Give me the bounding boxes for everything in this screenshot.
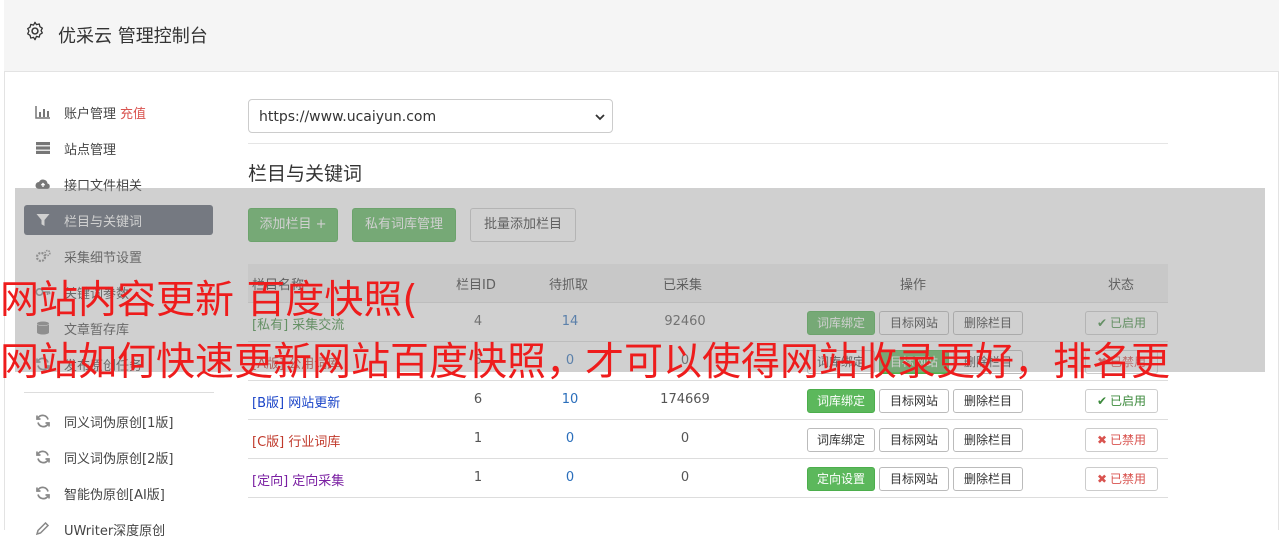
- table-row: [定向] 定向采集 1 0 0 定向设置 目标网站 删除栏目 ✖ 已禁用: [248, 458, 1168, 497]
- status-toggle[interactable]: ✖ 已禁用: [1085, 467, 1158, 491]
- top-bar: 优采云 管理控制台: [4, 0, 1279, 72]
- refresh-icon: [36, 486, 50, 500]
- section-title: 栏目与关键词: [248, 163, 363, 185]
- check-icon: ✔: [1096, 394, 1108, 408]
- sidebar-item-collect-settings[interactable]: 采集细节设置: [24, 241, 213, 271]
- th-status: 状态: [1108, 278, 1135, 293]
- target-site-button[interactable]: 目标网站: [879, 389, 949, 413]
- table-bottom-border: [248, 497, 1168, 498]
- column-id-cell: 1: [473, 431, 483, 446]
- collected-cell: 0: [680, 470, 690, 485]
- status-toggle[interactable]: ✔ 已启用: [1085, 389, 1158, 413]
- sidebar-item-label: 同义词伪原创[2版]: [64, 452, 174, 467]
- delete-column-button[interactable]: 删除栏目: [953, 467, 1023, 491]
- collected-cell: 92460: [664, 314, 706, 329]
- recharge-link[interactable]: 充值: [120, 107, 146, 122]
- sidebar-item-label: 账户管理 充值: [64, 107, 147, 122]
- target-site-button[interactable]: 目标网站: [879, 428, 949, 452]
- site-select[interactable]: https://www.ucaiyun.com: [248, 99, 613, 133]
- cogs-icon: [35, 249, 51, 263]
- column-name-cell[interactable]: [C版] 行业词库: [252, 431, 340, 450]
- pending-cell[interactable]: 10: [548, 392, 592, 407]
- cross-icon: ✖: [1096, 472, 1108, 486]
- sidebar-item-label: 栏目与关键词: [64, 215, 143, 230]
- sidebar-item-synonym-v2[interactable]: 同义词伪原创[2版]: [24, 442, 213, 472]
- cloud-upload-icon: [35, 179, 50, 189]
- sidebar-item-uwriter[interactable]: UWriter深度原创: [24, 514, 213, 544]
- bind-lib-button[interactable]: 词库绑定: [807, 428, 875, 452]
- cross-icon: ✖: [1096, 433, 1108, 447]
- delete-column-button[interactable]: 删除栏目: [953, 428, 1023, 452]
- watermark-line-2: 网站如何快速更新网站百度快照，才可以使得网站收录更好，排名更: [0, 340, 1171, 385]
- bind-lib-button[interactable]: 词库绑定: [807, 389, 875, 413]
- filter-icon: [36, 214, 50, 226]
- bar-chart-icon: [35, 106, 50, 119]
- sidebar-item-label: 站点管理: [64, 143, 117, 158]
- divider: [248, 143, 1168, 144]
- status-toggle[interactable]: ✖ 已禁用: [1085, 428, 1158, 452]
- pending-cell[interactable]: 14: [548, 314, 592, 329]
- th-collected: 已采集: [663, 278, 703, 293]
- gear-icon: [27, 21, 43, 41]
- sidebar-item-interface[interactable]: 接口文件相关: [24, 169, 213, 199]
- add-column-button[interactable]: 添加栏目 +: [248, 208, 338, 242]
- sidebar-item-label: 同义词伪原创[1版]: [64, 416, 174, 431]
- app-title: 优采云 管理控制台: [58, 26, 208, 47]
- collected-cell: 0: [680, 431, 690, 446]
- pending-cell[interactable]: 0: [548, 470, 592, 485]
- table-row: [C版] 行业词库 1 0 0 词库绑定 目标网站 删除栏目 ✖ 已禁用: [248, 419, 1168, 458]
- column-name-cell[interactable]: [B版] 网站更新: [252, 392, 340, 411]
- batch-add-column-button[interactable]: 批量添加栏目: [470, 208, 576, 242]
- sidebar-divider: [24, 392, 214, 393]
- sidebar-item-label: 采集细节设置: [64, 251, 143, 266]
- sidebar-item-ai-rewrite[interactable]: 智能伪原创[AI版]: [24, 478, 213, 508]
- server-icon: [36, 142, 50, 154]
- sidebar-item-synonym-v1[interactable]: 同义词伪原创[1版]: [24, 406, 213, 436]
- column-id-cell: 6: [473, 392, 483, 407]
- sidebar-item-label: 接口文件相关: [64, 179, 143, 194]
- directed-settings-button[interactable]: 定向设置: [807, 467, 875, 491]
- sidebar-item-account[interactable]: 账户管理 充值: [24, 97, 213, 127]
- private-lib-button[interactable]: 私有词库管理: [352, 208, 456, 242]
- refresh-icon: [36, 450, 50, 464]
- collected-cell: 174669: [660, 392, 710, 407]
- watermark-line-1: 网站内容更新 百度快照(: [0, 278, 418, 323]
- refresh-icon: [36, 414, 50, 428]
- sidebar-item-label: 智能伪原创[AI版]: [64, 488, 165, 503]
- th-pending: 待抓取: [549, 278, 589, 293]
- column-id-cell: 4: [473, 314, 483, 329]
- th-actions: 操作: [900, 278, 927, 293]
- sidebar-item-sites[interactable]: 站点管理: [24, 133, 213, 163]
- th-column-id: 栏目ID: [456, 278, 496, 293]
- delete-column-button[interactable]: 删除栏目: [953, 389, 1023, 413]
- chevron-down-icon: [595, 114, 605, 121]
- column-id-cell: 1: [473, 470, 483, 485]
- column-name-cell[interactable]: [定向] 定向采集: [252, 470, 344, 489]
- site-select-value: https://www.ucaiyun.com: [259, 109, 437, 125]
- pending-cell[interactable]: 0: [548, 431, 592, 446]
- sidebar-item-columns-keywords[interactable]: 栏目与关键词: [24, 205, 213, 235]
- target-site-button[interactable]: 目标网站: [879, 467, 949, 491]
- pencil-icon: [35, 522, 50, 536]
